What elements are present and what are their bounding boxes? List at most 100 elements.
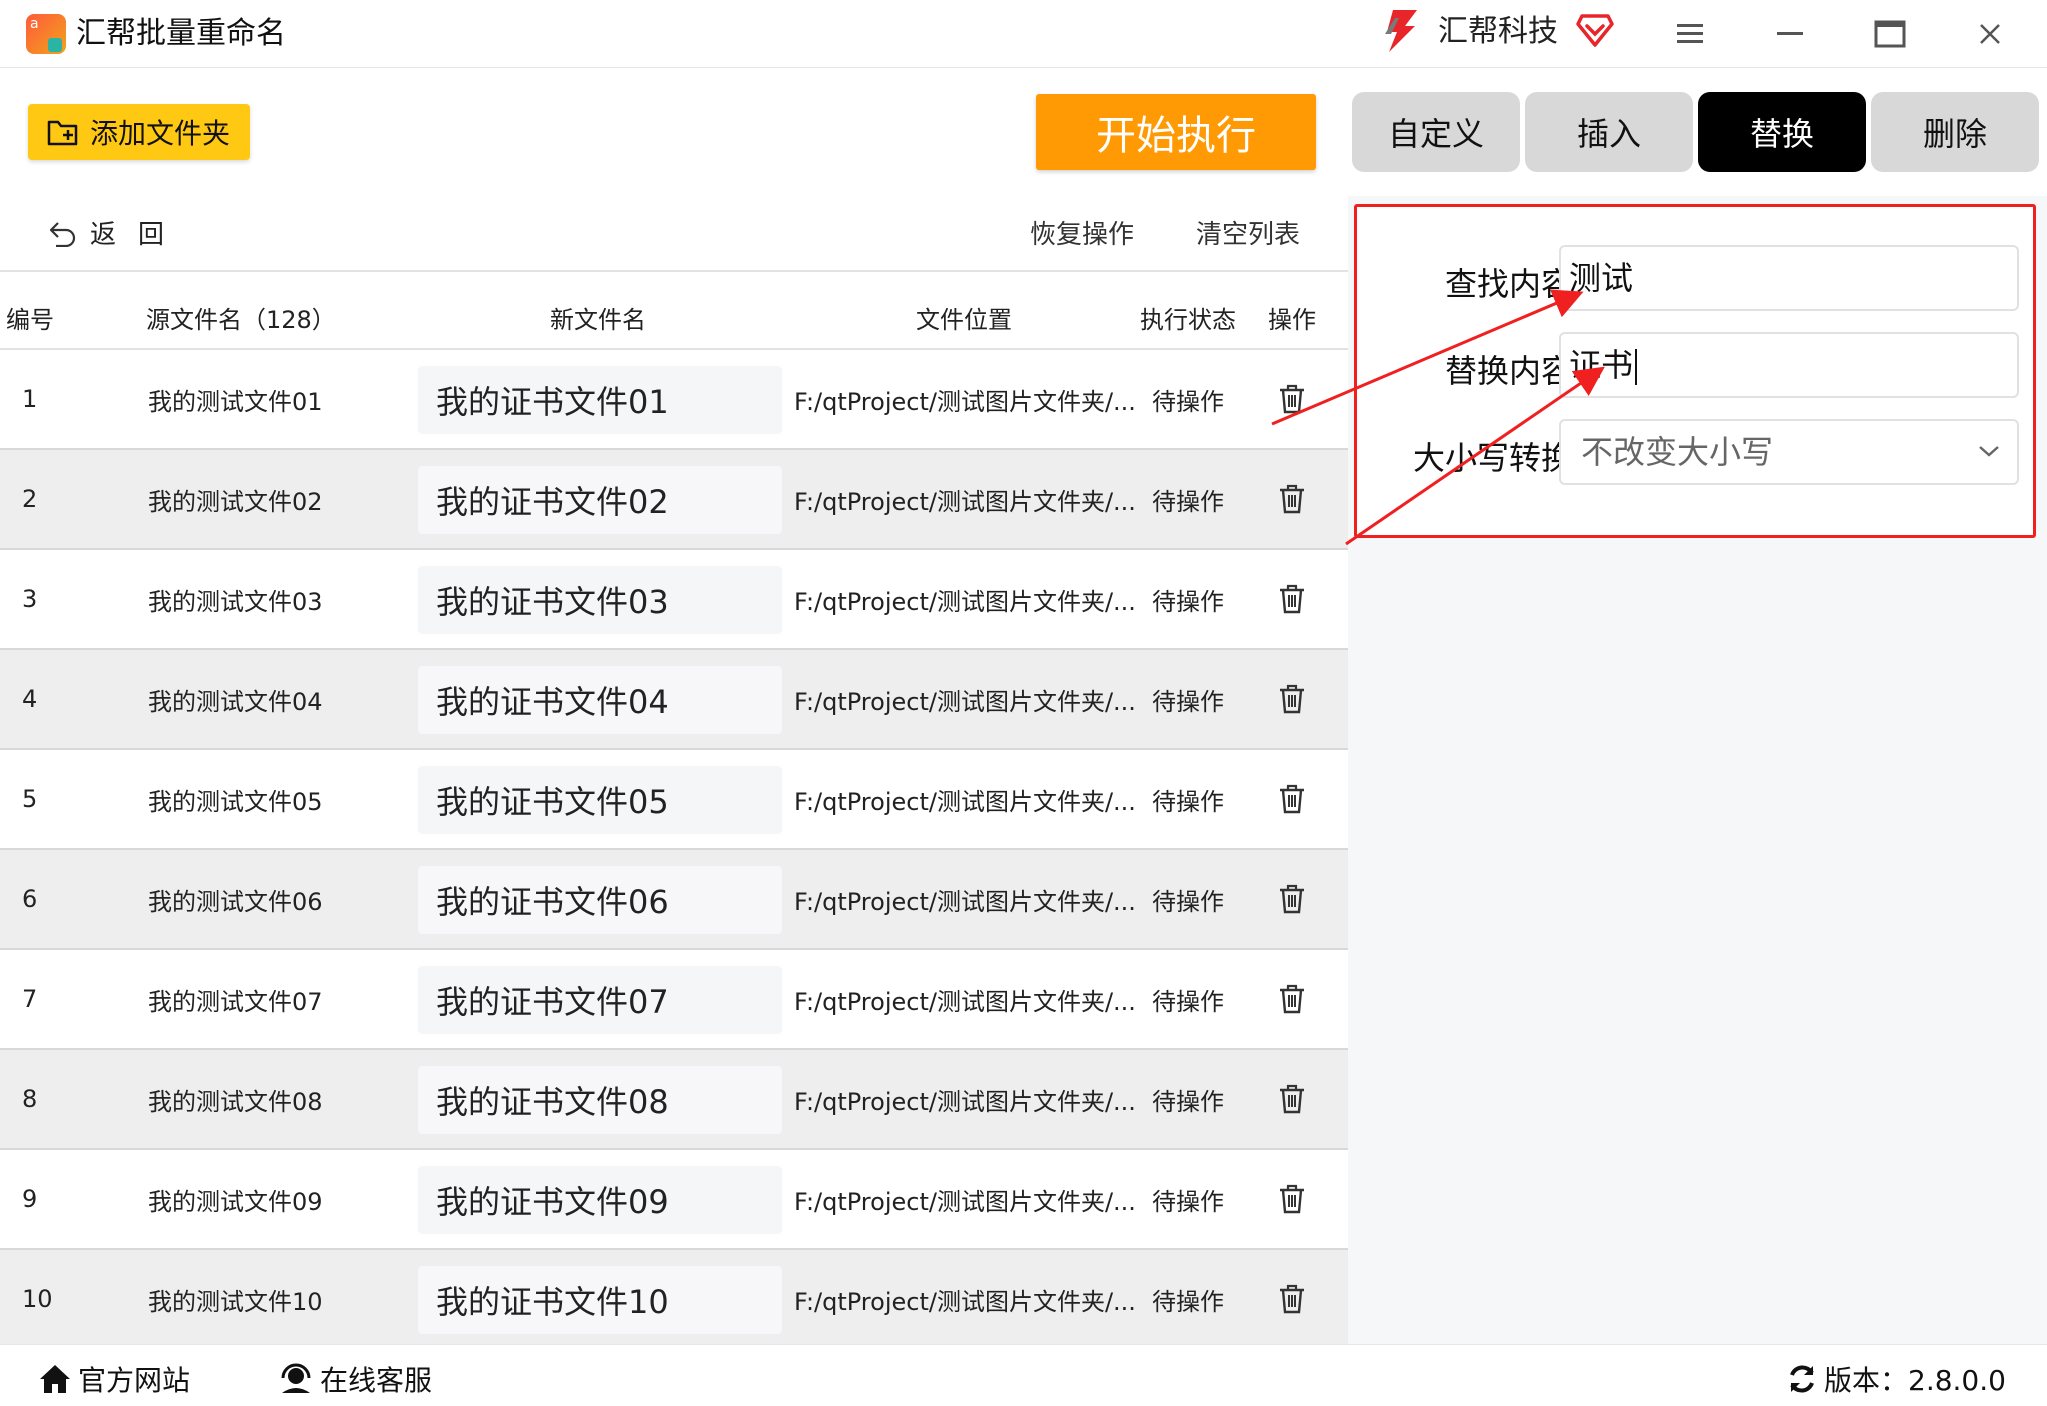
row-index: 1: [22, 385, 38, 413]
minimize-icon[interactable]: [1762, 10, 1818, 58]
row-source-name: 我的测试文件07: [148, 987, 323, 1016]
back-button[interactable]: 返回: [48, 214, 186, 251]
add-folder-button[interactable]: 添加文件夹: [28, 104, 250, 160]
add-folder-label: 添加文件夹: [90, 117, 231, 150]
table-row[interactable]: 4 我的测试文件04 我的证书文件04 F:/qtProject/测试图片文件夹/..…: [0, 650, 1348, 750]
row-index: 7: [22, 985, 38, 1013]
start-button[interactable]: 开始执行: [1036, 94, 1316, 170]
table-row[interactable]: 5 我的测试文件05 我的证书文件05 F:/qtProject/测试图片文件夹/..…: [0, 750, 1348, 850]
website-label: 官方网站: [78, 1364, 191, 1397]
table-row[interactable]: 10 我的测试文件10 我的证书文件10 F:/qtProject/测试图片文件夹/.…: [0, 1250, 1348, 1344]
row-index: 6: [22, 885, 38, 913]
file-table: 编号 源文件名（128） 新文件名 文件位置 执行状态 操作 1 我的测试文件01…: [0, 270, 1348, 1344]
row-index: 4: [22, 685, 38, 713]
row-new-name-input[interactable]: 我的证书文件06: [418, 866, 782, 934]
replace-input[interactable]: 证书: [1559, 332, 2019, 398]
trash-icon[interactable]: [1278, 1050, 1306, 1148]
table-row[interactable]: 3 我的测试文件03 我的证书文件03 F:/qtProject/测试图片文件夹/..…: [0, 550, 1348, 650]
row-new-name-input[interactable]: 我的证书文件09: [418, 1166, 782, 1234]
website-link[interactable]: 官方网站: [38, 1359, 190, 1399]
tab-insert[interactable]: 插入: [1525, 92, 1693, 172]
find-input[interactable]: 测试: [1559, 245, 2019, 311]
table-row[interactable]: 2 我的测试文件02 我的证书文件02 F:/qtProject/测试图片文件夹/..…: [0, 450, 1348, 550]
row-index: 5: [22, 785, 38, 813]
row-status: 待操作: [1152, 787, 1224, 816]
replace-value: 证书: [1569, 346, 1634, 384]
table-row[interactable]: 7 我的测试文件07 我的证书文件07 F:/qtProject/测试图片文件夹/..…: [0, 950, 1348, 1050]
title-bar: a 汇帮批量重命名 汇帮科技: [0, 0, 2047, 68]
trash-icon[interactable]: [1278, 450, 1306, 548]
header-location: 文件位置: [916, 306, 1012, 334]
trash-icon[interactable]: [1278, 1150, 1306, 1248]
clear-list-button[interactable]: 清空列表: [1196, 214, 1300, 251]
support-label: 在线客服: [320, 1364, 433, 1397]
replace-label: 替换内容: [1444, 352, 1573, 390]
row-status: 待操作: [1152, 387, 1224, 416]
row-source-name: 我的测试文件02: [148, 487, 323, 516]
case-value: 不改变大小写: [1581, 433, 1774, 471]
header-source: 源文件名（128）: [146, 306, 336, 334]
trash-icon[interactable]: [1278, 850, 1306, 948]
trash-icon[interactable]: [1278, 950, 1306, 1048]
row-status: 待操作: [1152, 887, 1224, 916]
maximize-icon[interactable]: [1862, 10, 1918, 58]
case-row: 大小写转换 不改变大小写: [1357, 419, 2039, 489]
table-row[interactable]: 8 我的测试文件08 我的证书文件08 F:/qtProject/测试图片文件夹/..…: [0, 1050, 1348, 1150]
trash-icon[interactable]: [1278, 650, 1306, 748]
back-label: 返回: [90, 220, 187, 250]
footer: 官方网站 在线客服 版本：2.8.0.0: [0, 1344, 2047, 1406]
row-index: 8: [22, 1085, 38, 1113]
row-new-name-input[interactable]: 我的证书文件02: [418, 466, 782, 534]
find-label: 查找内容: [1444, 265, 1573, 303]
table-header: 编号 源文件名（128） 新文件名 文件位置 执行状态 操作: [0, 270, 1348, 350]
close-icon[interactable]: [1962, 10, 2018, 58]
diamond-heart-icon[interactable]: [1576, 12, 1614, 48]
chevron-down-icon: [1979, 446, 1999, 457]
row-status: 待操作: [1152, 1187, 1224, 1216]
table-row[interactable]: 9 我的测试文件09 我的证书文件09 F:/qtProject/测试图片文件夹/..…: [0, 1150, 1348, 1250]
row-new-name-input[interactable]: 我的证书文件08: [418, 1066, 782, 1134]
row-location: F:/qtProject/测试图片文件夹/...: [794, 987, 1134, 1016]
trash-icon[interactable]: [1278, 1250, 1306, 1344]
app-logo-accent: [48, 38, 62, 52]
row-source-name: 我的测试文件04: [148, 687, 323, 716]
hamburger-menu-icon[interactable]: [1662, 10, 1718, 58]
row-new-name-input[interactable]: 我的证书文件04: [418, 666, 782, 734]
row-source-name: 我的测试文件10: [148, 1287, 323, 1316]
row-source-name: 我的测试文件05: [148, 787, 323, 816]
trash-icon[interactable]: [1278, 750, 1306, 848]
row-new-name-input[interactable]: 我的证书文件07: [418, 966, 782, 1034]
app-logo-icon: a: [26, 14, 66, 54]
restore-button[interactable]: 恢复操作: [1030, 214, 1134, 251]
table-rows: 1 我的测试文件01 我的证书文件01 F:/qtProject/测试图片文件夹/..…: [0, 350, 1348, 1344]
brand-logo-icon: [1385, 10, 1417, 52]
row-location: F:/qtProject/测试图片文件夹/...: [794, 1087, 1134, 1116]
header-status: 执行状态: [1140, 306, 1236, 334]
row-source-name: 我的测试文件03: [148, 587, 323, 616]
table-row[interactable]: 1 我的测试文件01 我的证书文件01 F:/qtProject/测试图片文件夹/..…: [0, 350, 1348, 450]
replace-row: 替换内容 证书: [1357, 332, 2039, 402]
trash-icon[interactable]: [1278, 350, 1306, 448]
row-new-name-input[interactable]: 我的证书文件01: [418, 366, 782, 434]
row-index: 3: [22, 585, 38, 613]
row-new-name-input[interactable]: 我的证书文件03: [418, 566, 782, 634]
row-index: 10: [22, 1285, 53, 1313]
case-select[interactable]: 不改变大小写: [1559, 419, 2019, 485]
tab-custom[interactable]: 自定义: [1352, 92, 1520, 172]
row-new-name-input[interactable]: 我的证书文件10: [418, 1266, 782, 1334]
tab-delete[interactable]: 删除: [1871, 92, 2039, 172]
refresh-icon: [1790, 1365, 1814, 1393]
trash-icon[interactable]: [1278, 550, 1306, 648]
row-location: F:/qtProject/测试图片文件夹/...: [794, 887, 1134, 916]
table-row[interactable]: 6 我的测试文件06 我的证书文件06 F:/qtProject/测试图片文件夹/..…: [0, 850, 1348, 950]
app-title: 汇帮批量重命名: [76, 16, 286, 51]
row-status: 待操作: [1152, 1287, 1224, 1316]
row-index: 9: [22, 1185, 38, 1213]
find-row: 查找内容 测试: [1357, 245, 2039, 315]
support-link[interactable]: 在线客服: [278, 1359, 432, 1399]
tab-replace[interactable]: 替换: [1698, 92, 1866, 172]
row-new-name-input[interactable]: 我的证书文件05: [418, 766, 782, 834]
header-op: 操作: [1268, 306, 1316, 334]
row-index: 2: [22, 485, 38, 513]
row-source-name: 我的测试文件09: [148, 1187, 323, 1216]
